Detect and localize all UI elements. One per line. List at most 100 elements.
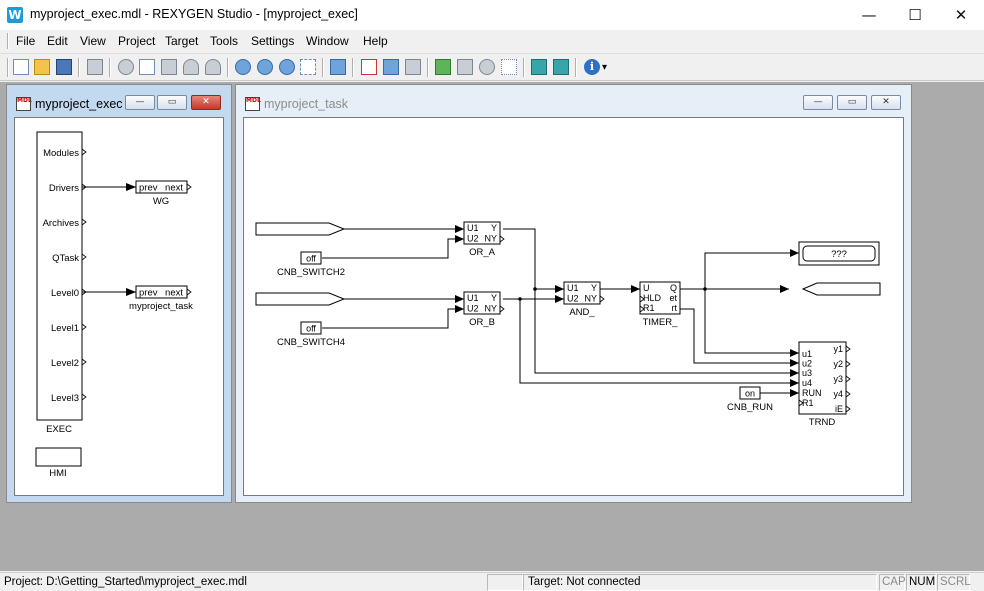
menu-project[interactable]: Project [118,34,155,48]
exec-block[interactable] [36,131,83,421]
exec-port-label: Level0 [51,288,79,299]
exec-port-label: Level3 [51,393,79,404]
output-port [845,390,851,398]
num-lock-indicator: NUM [909,576,936,588]
print-icon[interactable] [87,59,103,75]
exec-port-label: Level2 [51,358,79,369]
menu-edit[interactable]: Edit [47,34,68,48]
input-flag[interactable] [255,222,346,236]
switch2-label: CNB_SWITCH2 [277,267,345,278]
task-close-button[interactable]: ✕ [871,95,901,110]
gear-icon[interactable] [479,59,495,75]
menu-tools[interactable]: Tools [210,34,238,48]
zoom-in-icon[interactable] [235,59,251,75]
port-label: Y [491,293,497,303]
compile-icon[interactable] [361,59,377,75]
menu-window[interactable]: Window [306,34,349,48]
menu-view[interactable]: View [80,34,106,48]
port-label: U1 [467,223,479,233]
info-icon[interactable]: i [584,59,600,75]
exec-close-button[interactable]: ✕ [191,95,221,110]
port-label: HLD [643,293,662,303]
task-diagram-canvas[interactable]: off CNB_SWITCH2 off CNB_SWITCH4 on CNB_R… [243,117,904,496]
undo-icon[interactable] [183,59,199,75]
port-label: next [165,183,183,194]
cut-icon[interactable] [118,59,134,75]
output-port [186,183,192,191]
toolbar-separator [575,58,577,77]
toolbar-separator [78,58,80,77]
toolbar-grip [7,58,9,77]
port-label: prev [139,288,158,299]
hmi-block[interactable] [35,447,82,467]
menu-file[interactable]: File [16,34,35,48]
trnd-input-label: u3 [802,368,812,378]
add-block-icon[interactable] [435,59,451,75]
task-minimize-button[interactable]: — [803,95,833,110]
exec-minimize-button[interactable]: — [125,95,155,110]
paste-icon[interactable] [161,59,177,75]
maximize-button[interactable]: ☐ [892,0,938,30]
zoom-select-icon[interactable] [300,59,316,75]
task-block-label: myproject_task [129,301,193,312]
task-window[interactable]: MDL myproject_task — ▭ ✕ off CNB_SWITCH2… [235,84,912,503]
save-icon[interactable] [56,59,72,75]
output-port [845,345,851,353]
output-flag[interactable] [801,282,881,296]
trnd-output-label: iE [835,404,843,414]
menu-help[interactable]: Help [363,34,388,48]
block-icon[interactable] [330,59,346,75]
port-label: rt [672,303,678,313]
menu-target[interactable]: Target [165,34,198,48]
list-icon[interactable] [501,59,517,75]
toolbar-separator [227,58,229,77]
watch-icon[interactable] [531,59,547,75]
zoom-fit-icon[interactable] [279,59,295,75]
redo-icon[interactable] [205,59,221,75]
new-document-icon[interactable] [13,59,29,75]
port-label: U2 [567,294,579,304]
port-label: Y [591,283,597,293]
copy-icon[interactable] [139,59,155,75]
mdl-file-icon: MDL [245,97,261,111]
mdl-file-icon: MDL [16,97,32,111]
menu-settings[interactable]: Settings [251,34,294,48]
port-label: U2 [467,234,479,244]
download-icon[interactable] [383,59,399,75]
task-maximize-button[interactable]: ▭ [837,95,867,110]
output-port [81,393,87,401]
connection-wire [704,249,799,289]
debug-icon[interactable] [405,59,421,75]
chevron-down-icon[interactable]: ▾ [602,59,612,75]
exec-window[interactable]: MDL myproject_exec — ▭ ✕ Modules Drivers… [6,84,232,503]
zoom-out-icon[interactable] [257,59,273,75]
rexygen-app-icon: W [7,7,23,23]
title-bar[interactable]: W myproject_exec.mdl - REXYGEN Studio - … [0,0,984,30]
toolbar: i ▾ [0,53,984,81]
port-label: NY [484,234,497,244]
port-label: U2 [467,304,479,314]
output-port [81,358,87,366]
trend-icon[interactable] [553,59,569,75]
exec-maximize-button[interactable]: ▭ [157,95,187,110]
exec-port-label: QTask [52,253,79,264]
port-label: next [165,288,183,299]
remove-block-icon[interactable] [457,59,473,75]
toolbar-separator [322,58,324,77]
port-label: U1 [467,293,479,303]
switch2-value: off [306,254,316,264]
port-label: prev [139,183,158,194]
port-label: U [643,283,650,293]
trnd-output-label: y4 [833,389,843,399]
minimize-button[interactable]: — [846,0,892,30]
exec-diagram-canvas[interactable]: Modules Drivers Archives QTask Level0 Le… [14,117,224,496]
open-folder-icon[interactable] [34,59,50,75]
exec-block-label: EXEC [46,424,72,435]
close-button[interactable]: ✕ [938,0,984,30]
exec-port-label: Level1 [51,323,79,334]
status-target: Target: Not connected [528,576,641,588]
input-flag[interactable] [255,292,346,306]
status-bar: Project: D:\Getting_Started\myproject_ex… [0,572,984,591]
wire-junction [518,297,522,301]
output-port [81,148,87,156]
